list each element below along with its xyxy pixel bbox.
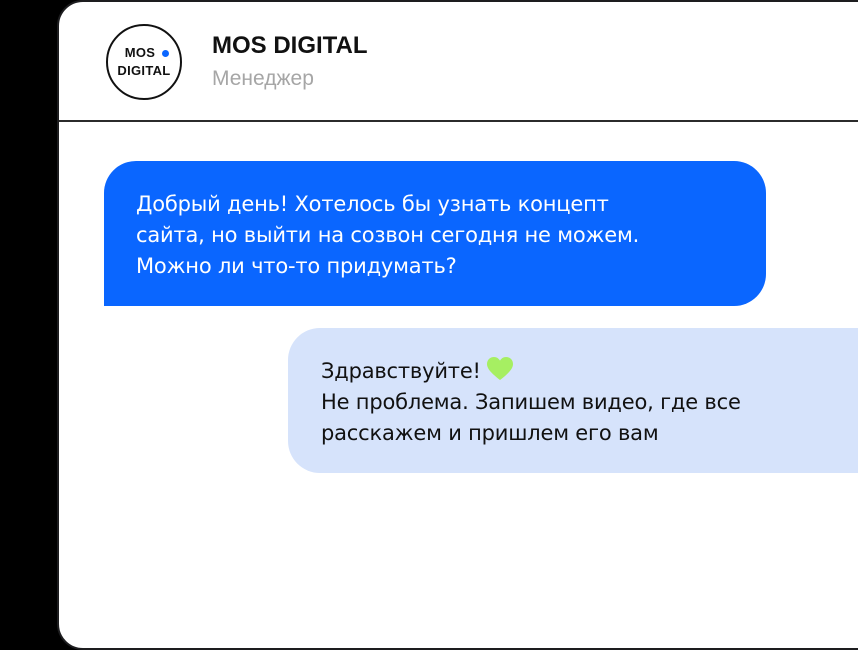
message-text-line: сайта, но выйти на созвон сегодня не мож… — [136, 223, 640, 247]
contact-role: Менеджер — [212, 67, 314, 90]
avatar[interactable]: MOS DIGITAL — [106, 24, 182, 100]
message-text-line: Не проблема. Запишем видео, где все — [321, 390, 741, 414]
chat-window: MOS DIGITAL MOS DIGITAL Менеджер Добрый … — [57, 0, 858, 650]
message-bubble-outgoing[interactable]: Здравствуйте! Не проблема. Запишем видео… — [288, 328, 858, 473]
contact-name[interactable]: MOS DIGITAL — [212, 32, 368, 60]
chat-header: MOS DIGITAL MOS DIGITAL Менеджер — [59, 2, 858, 122]
message-text-line: Можно ли что-то придумать? — [136, 254, 457, 278]
message-text-line: Добрый день! Хотелось бы узнать концепт — [136, 192, 609, 216]
message-greeting: Здравствуйте! — [321, 359, 481, 383]
avatar-logo-line1: MOS — [124, 45, 156, 60]
message-bubble-incoming[interactable]: Добрый день! Хотелось бы узнать концепт … — [104, 161, 766, 306]
avatar-logo-line2: DIGITAL — [117, 63, 171, 78]
message-text-line: расскажем и пришлем его вам — [321, 421, 659, 445]
green-heart-icon — [486, 357, 513, 380]
message-text-line: Здравствуйте! — [321, 356, 858, 387]
logo-dot-icon — [162, 50, 169, 57]
